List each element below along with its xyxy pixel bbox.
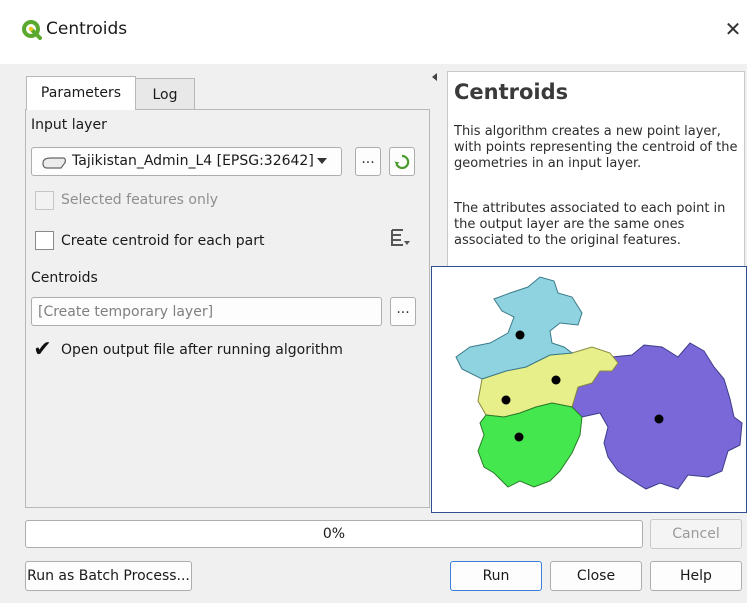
help-illustration <box>431 266 747 513</box>
help-paragraph-1: This algorithm creates a new point layer… <box>454 124 738 171</box>
tab-parameters-label: Parameters <box>40 85 122 101</box>
run-as-batch-button[interactable]: Run as Batch Process... <box>25 561 192 591</box>
help-button[interactable]: Help <box>650 561 742 591</box>
help-panel: Centroids This algorithm creates a new p… <box>447 71 745 268</box>
tab-log[interactable]: Log <box>136 78 195 110</box>
tab-log-label: Log <box>152 87 178 103</box>
centroids-map-illustration <box>455 276 743 490</box>
each-part-label: Create centroid for each part <box>61 233 265 249</box>
close-button[interactable]: Close <box>550 561 642 591</box>
centroids-output-label: Centroids <box>31 270 98 286</box>
help-paragraph-2: The attributes associated to each point … <box>454 201 726 248</box>
output-browse-button[interactable]: ... <box>390 297 416 326</box>
iterate-features-button[interactable] <box>389 147 415 176</box>
input-layer-value: Tajikistan_Admin_L4 [EPSG:32642] <box>72 153 314 169</box>
output-layer-input[interactable] <box>32 298 381 325</box>
data-defined-override-icon[interactable] <box>388 227 412 253</box>
iterate-icon <box>394 154 410 170</box>
progress-bar: 0% <box>25 520 643 548</box>
open-output-checkbox[interactable]: ✔ <box>33 339 52 361</box>
qgis-logo-icon <box>22 20 42 40</box>
tab-parameters[interactable]: Parameters <box>26 76 136 110</box>
cancel-button[interactable]: Cancel <box>650 519 742 549</box>
each-part-checkbox[interactable] <box>35 231 54 250</box>
run-button[interactable]: Run <box>450 561 542 591</box>
chevron-down-icon <box>317 158 327 164</box>
close-window-icon[interactable]: ✕ <box>721 16 745 42</box>
input-layer-select[interactable]: Tajikistan_Admin_L4 [EPSG:32642] <box>31 147 342 176</box>
selected-features-only-label: Selected features only <box>61 192 219 208</box>
window-title: Centroids <box>46 19 128 39</box>
help-title: Centroids <box>454 80 569 104</box>
output-layer-field[interactable] <box>31 297 382 326</box>
progress-text: 0% <box>322 526 346 542</box>
input-layer-browse-button[interactable]: ... <box>355 147 381 176</box>
selected-features-only-checkbox[interactable] <box>35 191 54 210</box>
collapse-help-arrow-icon[interactable] <box>432 73 437 81</box>
open-output-label: Open output file after running algorithm <box>61 342 343 358</box>
title-bar: Centroids ✕ <box>0 0 747 64</box>
input-layer-label: Input layer <box>31 117 107 133</box>
polygon-layer-icon <box>41 156 67 174</box>
